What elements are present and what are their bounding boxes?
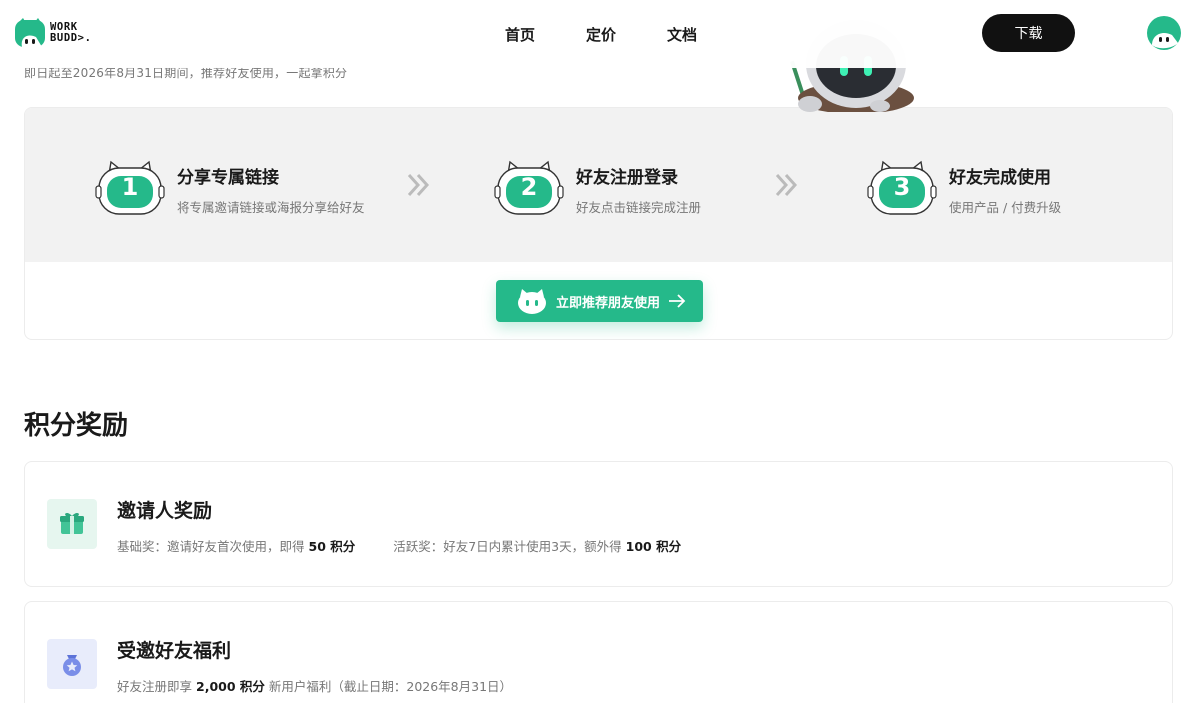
invitee-reward-card: 受邀好友福利 好友注册即享 2,000 积分 新用户福利（截止日期：2026年8… — [24, 601, 1173, 703]
section-title: 积分奖励 — [24, 411, 129, 441]
basic-reward-value: 50 积分 — [308, 539, 356, 554]
active-reward-value: 100 积分 — [625, 539, 682, 554]
double-chevron-right-icon — [775, 173, 798, 197]
main-nav: 首页 定价 文档 — [505, 24, 748, 45]
logo-wordmark: WORK BUDD>. — [50, 22, 92, 44]
active-reward-text: 活跃奖：好友7日内累计使用3天，额外得 — [393, 539, 622, 554]
step-3-desc: 使用产品 / 付费升级 — [949, 199, 1062, 215]
step-2-desc: 好友点击链接完成注册 — [576, 199, 702, 215]
page: 即日起至2026年8月31日期间，推荐好友使用，一起拿积分 WORK BUDD>… — [0, 0, 1200, 703]
step-2: 2 好友注册登录 好友点击链接完成注册 — [494, 160, 701, 218]
step-3-text: 好友完成使用 使用产品 / 付费升级 — [949, 163, 1061, 216]
steps-band: 1 分享专属链接 将专属邀请链接或海报分享给好友 2 好友注册登录 好友点击链接… — [25, 108, 1172, 262]
double-chevron-right-icon — [407, 173, 430, 197]
inviter-reward-card: 邀请人奖励 基础奖：邀请好友首次使用，即得 50 积分 活跃奖：好友7日内累计使… — [24, 461, 1173, 587]
star-bag-icon — [47, 639, 97, 689]
inviter-reward-title: 邀请人奖励 — [117, 500, 213, 522]
step-3-number: 3 — [893, 173, 911, 201]
top-header: WORK BUDD>. 首页 定价 文档 下载 — [0, 0, 1200, 68]
step-1-number: 1 — [121, 173, 139, 201]
step-3: 3 好友完成使用 使用产品 / 付费升级 — [867, 160, 1061, 218]
step-1-text: 分享专属链接 将专属邀请链接或海报分享给好友 — [177, 163, 365, 216]
gift-box-icon — [47, 499, 97, 549]
invitee-reward-suffix: 新用户福利（截止日期：2026年8月31日） — [268, 679, 513, 694]
nav-pricing[interactable]: 定价 — [586, 24, 616, 45]
invitee-reward-prefix: 好友注册即享 — [117, 679, 193, 694]
refer-friend-button[interactable]: 立即推荐朋友使用 — [496, 280, 703, 322]
logo-line-2: BUDD>. — [50, 32, 92, 44]
basic-reward-text: 基础奖：邀请好友首次使用，即得 — [117, 539, 305, 554]
referral-steps-card: 1 分享专属链接 将专属邀请链接或海报分享给好友 2 好友注册登录 好友点击链接… — [24, 107, 1173, 340]
download-button[interactable]: 下载 — [982, 14, 1075, 52]
arrow-right-icon — [669, 294, 686, 308]
step-2-text: 好友注册登录 好友点击链接完成注册 — [576, 163, 701, 216]
nav-home[interactable]: 首页 — [505, 24, 535, 45]
invitee-reward-title: 受邀好友福利 — [117, 640, 232, 662]
step-1-desc: 将专属邀请链接或海报分享给好友 — [177, 199, 365, 215]
refer-friend-label: 立即推荐朋友使用 — [556, 295, 661, 311]
inviter-reward-details: 基础奖：邀请好友首次使用，即得 50 积分 活跃奖：好友7日内累计使用3天，额外… — [117, 536, 681, 555]
user-avatar-icon[interactable] — [1146, 15, 1182, 51]
robot-head-logo-icon — [15, 18, 45, 47]
workbuddy-logo[interactable]: WORK BUDD>. — [14, 17, 92, 49]
step-2-number: 2 — [520, 173, 538, 201]
invitee-reward-value: 2,000 积分 — [196, 679, 265, 694]
step-1: 1 分享专属链接 将专属邀请链接或海报分享给好友 — [95, 160, 365, 218]
step-1-title: 分享专属链接 — [177, 167, 279, 188]
nav-docs[interactable]: 文档 — [667, 24, 697, 45]
cat-face-icon — [518, 289, 546, 314]
invitee-reward-details: 好友注册即享 2,000 积分 新用户福利（截止日期：2026年8月31日） — [117, 676, 512, 695]
step-2-title: 好友注册登录 — [576, 167, 678, 188]
step-3-title: 好友完成使用 — [949, 167, 1051, 188]
